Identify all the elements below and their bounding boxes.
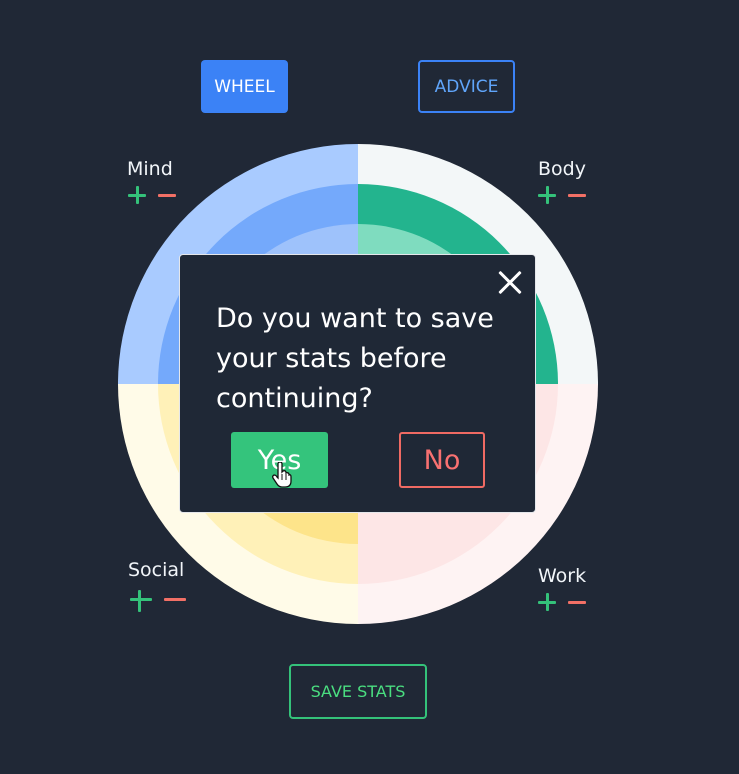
- no-button[interactable]: No: [399, 432, 485, 488]
- advice-tab-button[interactable]: ADVICE: [418, 60, 515, 113]
- dialog-question: Do you want to save your stats before co…: [216, 303, 494, 414]
- wheel-tab-button[interactable]: WHEEL: [201, 60, 288, 113]
- save-stats-dialog: Do you want to save your stats before co…: [179, 254, 536, 513]
- save-stats-button[interactable]: SAVE STATS: [289, 664, 427, 719]
- close-icon[interactable]: [497, 269, 523, 295]
- hand-cursor-icon: [272, 462, 292, 488]
